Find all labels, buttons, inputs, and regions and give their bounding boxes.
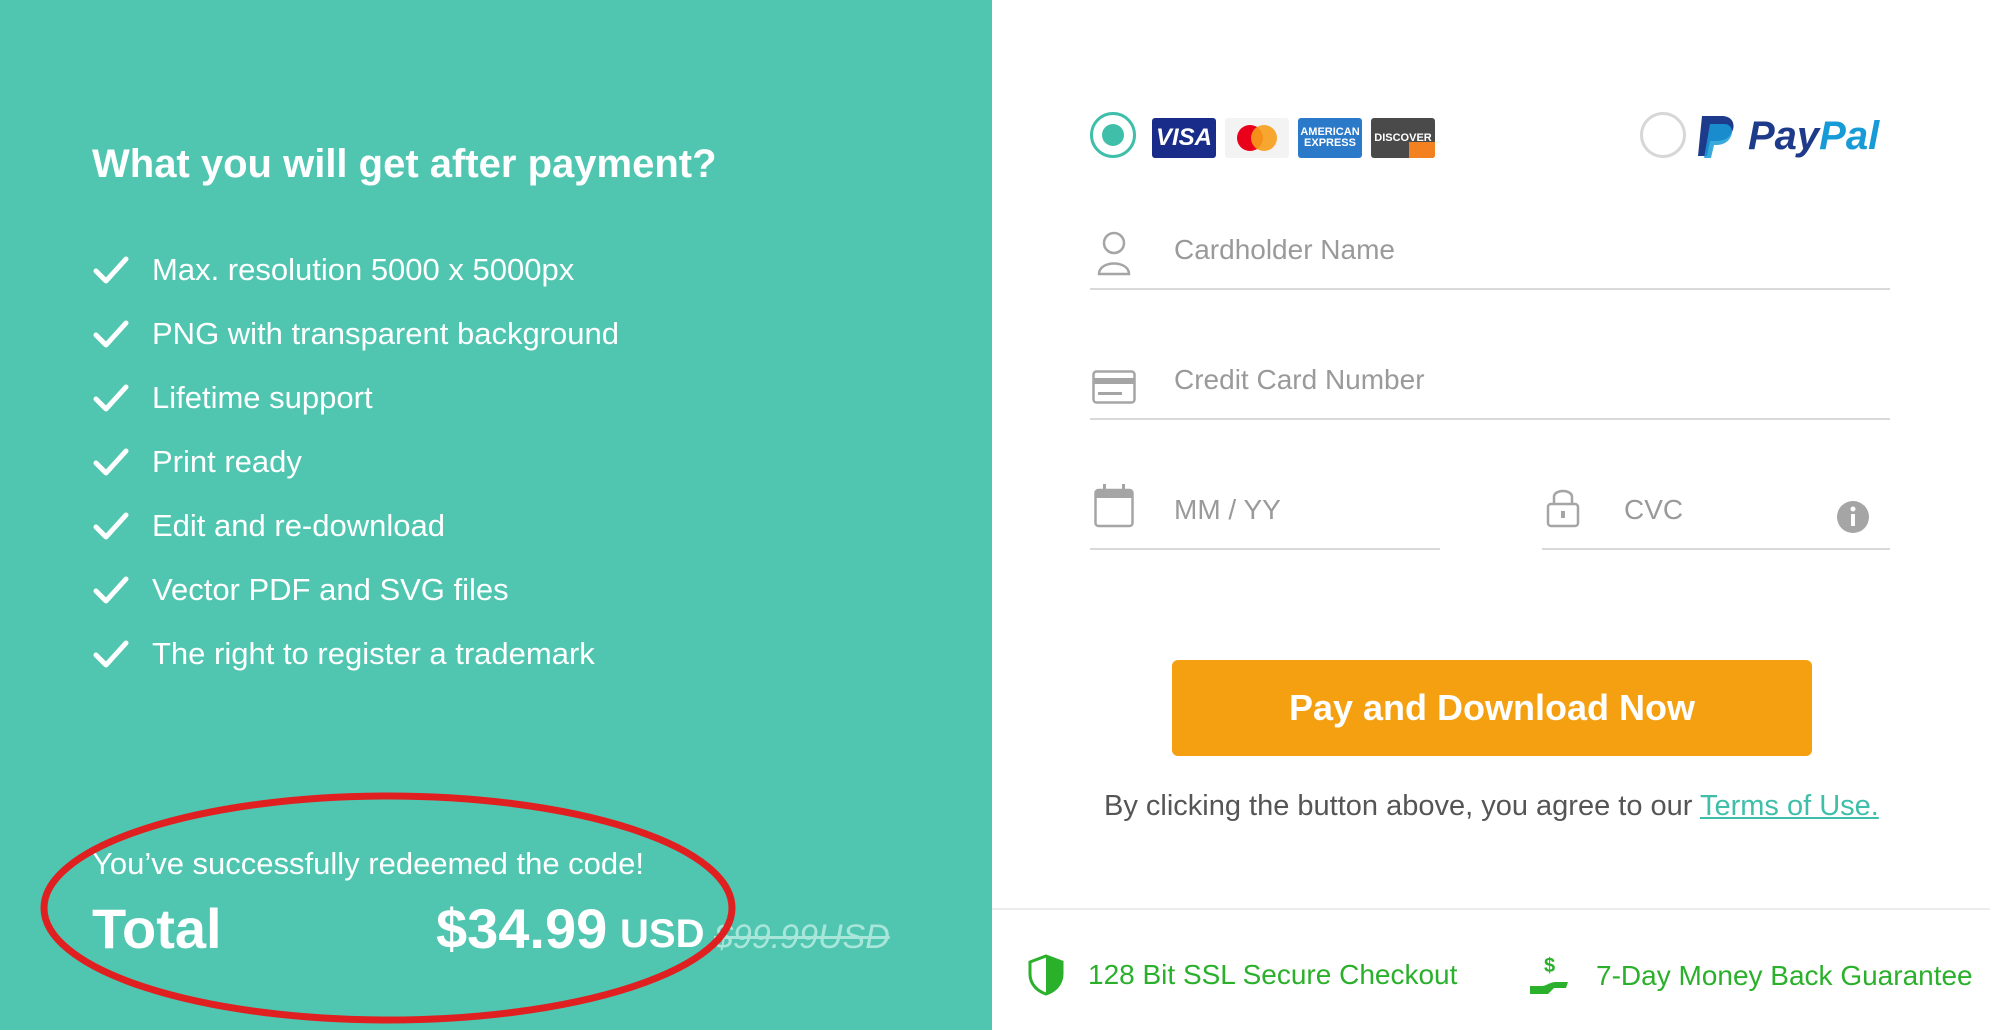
feature-item: Edit and re-download	[92, 494, 619, 558]
feature-text: Edit and re-download	[152, 508, 445, 543]
ssl-text: 128 Bit SSL Secure Checkout	[1088, 959, 1458, 990]
feature-list: Max. resolution 5000 x 5000px PNG with t…	[92, 238, 619, 686]
mastercard-icon	[1237, 125, 1277, 151]
user-icon	[1097, 231, 1131, 276]
agree-text: By clicking the button above, you agree …	[1104, 790, 1700, 822]
expiry-field	[1090, 470, 1440, 550]
paypal-wordmark: PayPal	[1748, 114, 1879, 159]
lock-icon	[1546, 489, 1580, 528]
feature-item: PNG with transparent background	[92, 302, 619, 366]
benefits-panel: What you will get after payment? Max. re…	[0, 0, 992, 1030]
feature-text: Max. resolution 5000 x 5000px	[152, 252, 575, 287]
pay-and-download-button[interactable]: Pay and Download Now	[1172, 660, 1812, 756]
feature-item: Lifetime support	[92, 366, 619, 430]
visa-logo: VISA	[1152, 118, 1216, 158]
terms-of-use-link[interactable]: Terms of Use.	[1700, 790, 1879, 822]
paypal-p-icon	[1698, 116, 1734, 158]
highlight-ellipse	[40, 792, 736, 1024]
check-icon	[93, 256, 129, 284]
paypal-logo: PayPal	[1694, 112, 1879, 160]
feature-text: The right to register a trademark	[152, 636, 595, 671]
terms-agreement: By clicking the button above, you agree …	[1104, 790, 1879, 823]
shield-icon	[1028, 954, 1064, 996]
check-icon	[93, 512, 129, 540]
check-icon	[93, 320, 129, 348]
money-hand-icon: $	[1530, 955, 1568, 994]
check-icon	[93, 384, 129, 412]
payment-panel: VISA AMERICAN EXPRESS DISCOVER PayPal Pa…	[992, 0, 1990, 1030]
feature-item: Vector PDF and SVG files	[92, 558, 619, 622]
check-icon	[93, 448, 129, 476]
feature-item: The right to register a trademark	[92, 622, 619, 686]
cvc-input[interactable]	[1624, 494, 1804, 526]
trust-footer: 128 Bit SSL Secure Checkout $ 7-Day Mone…	[992, 908, 1990, 1030]
mastercard-logo	[1225, 118, 1289, 158]
cvc-field	[1542, 470, 1890, 550]
feature-item: Print ready	[92, 430, 619, 494]
cardholder-input[interactable]	[1174, 234, 1874, 266]
check-icon	[93, 640, 129, 668]
guarantee-text: 7-Day Money Back Guarantee	[1596, 960, 1973, 991]
ssl-badge: 128 Bit SSL Secure Checkout	[1028, 954, 1457, 996]
info-icon[interactable]	[1836, 500, 1870, 534]
benefits-heading: What you will get after payment?	[92, 142, 717, 186]
cardholder-field	[1090, 210, 1890, 290]
paypal-pay-text: Pay	[1748, 113, 1820, 158]
paypal-radio[interactable]	[1640, 112, 1686, 158]
expiry-input[interactable]	[1174, 494, 1424, 526]
paypal-pal-text: Pal	[1819, 113, 1880, 158]
amex-logo: AMERICAN EXPRESS	[1298, 118, 1362, 158]
card-number-input[interactable]	[1174, 364, 1874, 396]
feature-text: Lifetime support	[152, 380, 373, 415]
credit-card-icon	[1092, 370, 1136, 404]
guarantee-badge: $ 7-Day Money Back Guarantee	[1528, 954, 1973, 998]
card-payment-radio[interactable]	[1090, 112, 1136, 158]
discover-logo: DISCOVER	[1371, 118, 1435, 158]
check-icon	[93, 576, 129, 604]
original-price: $99.99USD	[714, 918, 890, 956]
card-number-field	[1090, 340, 1890, 420]
feature-text: Print ready	[152, 444, 302, 479]
calendar-icon	[1094, 484, 1134, 528]
feature-text: Vector PDF and SVG files	[152, 572, 509, 607]
feature-item: Max. resolution 5000 x 5000px	[92, 238, 619, 302]
feature-text: PNG with transparent background	[152, 316, 619, 351]
svg-text:$: $	[1544, 955, 1555, 977]
